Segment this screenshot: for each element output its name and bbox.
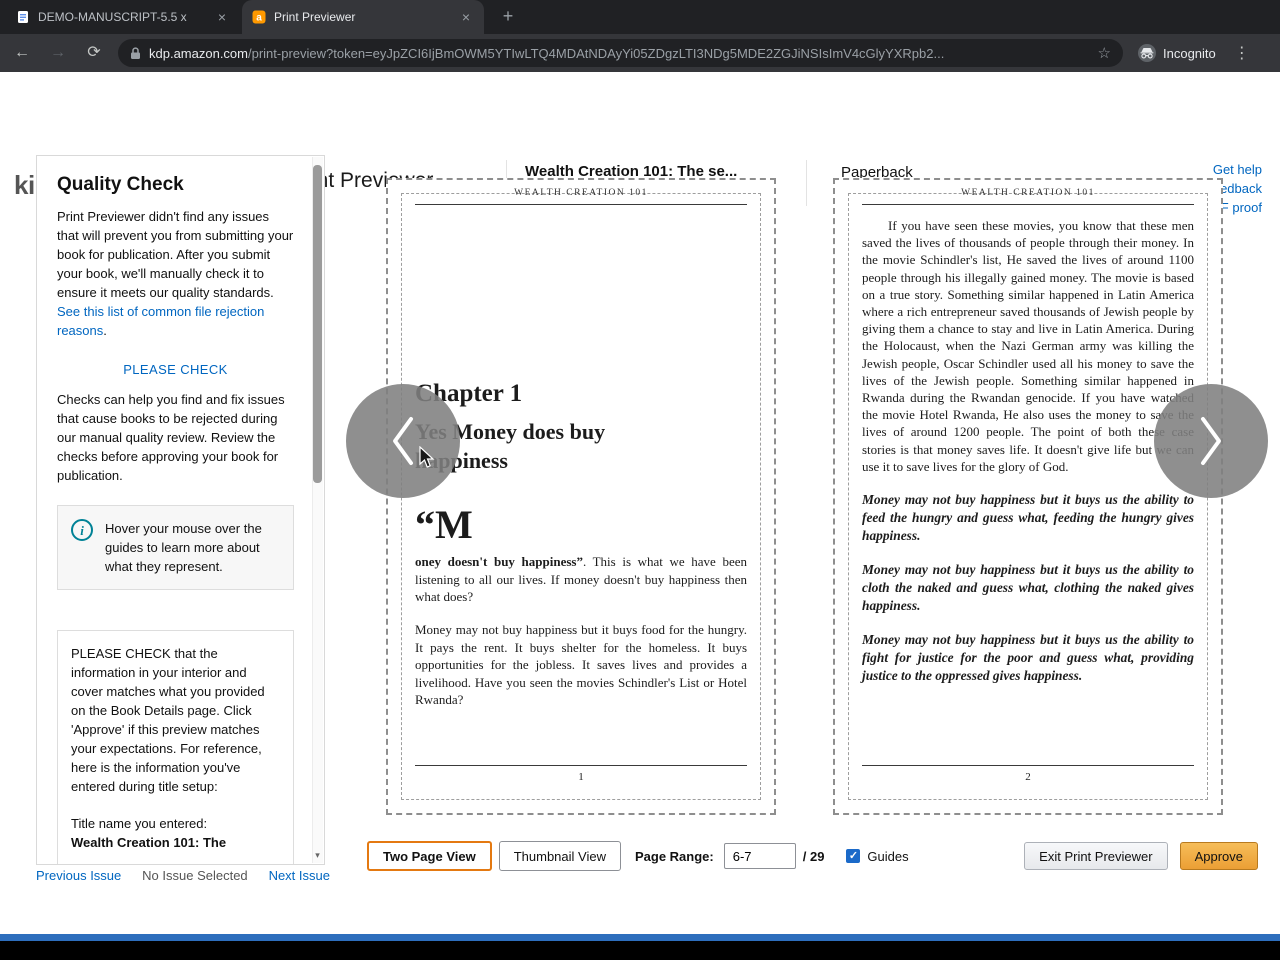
guides-checkbox[interactable]: ✓	[846, 849, 861, 863]
page-content: WEALTH CREATION 101 If you have seen the…	[862, 188, 1194, 805]
kdp-header: kindle direct publishing Print Previewer…	[0, 72, 1280, 215]
dropcap: “M	[415, 502, 473, 548]
preview-page-right: WEALTH CREATION 101 If you have seen the…	[833, 178, 1223, 815]
forward-icon[interactable]: →	[44, 39, 72, 67]
get-help-link[interactable]: Get help	[1130, 160, 1262, 179]
url-domain: kdp.amazon.com	[149, 45, 248, 61]
tab-title: Print Previewer	[274, 10, 356, 24]
star-icon[interactable]: ☆	[1098, 44, 1111, 62]
footer-black-area	[0, 941, 1280, 960]
svg-text:a: a	[256, 13, 262, 24]
rejection-reasons-link[interactable]: See this list of common file rejection r…	[57, 304, 264, 338]
preview-toolbar: Two Page View Thumbnail View Page Range:…	[367, 840, 1258, 872]
back-icon[interactable]: ←	[8, 39, 36, 67]
quote-paragraph: Money may not buy happiness but it buys …	[862, 562, 1194, 614]
page-total: / 29	[802, 848, 825, 864]
new-tab-button[interactable]: +	[496, 5, 520, 29]
intro-text: Print Previewer didn't find any issues t…	[57, 209, 294, 300]
title-entered-value: Wealth Creation 101: The	[71, 835, 227, 850]
foot-rule	[862, 765, 1194, 766]
foot-rule	[415, 765, 747, 766]
reload-icon[interactable]: ⟳	[80, 39, 108, 67]
header-divider	[806, 160, 807, 206]
intro-suffix: .	[103, 323, 107, 338]
browser-navbar: ← → ⟳ kdp.amazon.com/print-preview?token…	[0, 34, 1280, 72]
body-paragraph: oney doesn't buy happiness”. This is wha…	[415, 553, 747, 605]
incognito-badge[interactable]: Incognito	[1137, 43, 1216, 63]
title-entered-label: Title name you entered:	[71, 816, 208, 831]
info-icon: i	[71, 519, 93, 541]
quality-check-intro: Print Previewer didn't find any issues t…	[57, 207, 294, 340]
quote-paragraph: Money may not buy happiness but it buys …	[862, 492, 1194, 544]
issue-status: No Issue Selected	[142, 868, 248, 883]
approve-button[interactable]: Approve	[1179, 842, 1258, 870]
two-page-view-button[interactable]: Two Page View	[367, 841, 492, 871]
tab-print-previewer[interactable]: a Print Previewer ×	[242, 0, 484, 34]
body-paragraph: If you have seen these movies, you know …	[862, 218, 1194, 474]
issue-navigation: Previous Issue No Issue Selected Next Is…	[36, 868, 330, 883]
browser-tab-strip: DEMO-MANUSCRIPT-5.5 x × a Print Previewe…	[0, 0, 1280, 34]
close-tab-icon[interactable]: ×	[214, 9, 230, 25]
page-footer: 1	[415, 765, 747, 783]
head-rule	[862, 204, 1194, 205]
page-number: 2	[1025, 771, 1031, 783]
next-issue-link[interactable]: Next Issue	[269, 868, 330, 883]
chevron-left-icon	[393, 417, 413, 465]
page-range-input[interactable]	[723, 843, 796, 869]
please-check-heading: PLEASE CHECK	[123, 362, 228, 377]
screen: DEMO-MANUSCRIPT-5.5 x × a Print Previewe…	[0, 0, 1280, 960]
url-path: /print-preview?token=eyJpZCI6IjBmOWM5YTI…	[248, 45, 945, 61]
tab-title: DEMO-MANUSCRIPT-5.5 x	[38, 10, 187, 24]
chapter-title: Chapter 1	[415, 380, 523, 407]
three-dot-menu-icon[interactable]: ⋮	[1230, 43, 1254, 63]
sidebar-scrollbar[interactable]: ▾	[312, 157, 323, 863]
footer-blue-bar	[0, 934, 1280, 941]
page-range-label: Page Range:	[634, 848, 714, 864]
incognito-icon	[1138, 44, 1156, 62]
quality-check-title: Quality Check	[57, 174, 184, 195]
page-footer: 2	[862, 765, 1194, 783]
hover-tip-text: Hover your mouse over the guides to lear…	[105, 521, 262, 574]
checks-description: Checks can help you find and fix issues …	[57, 392, 285, 483]
preview-page-left: WEALTH CREATION 101 Chapter 1 Yes Money …	[386, 178, 776, 815]
paragraph-bold-lead: oney doesn't buy happiness”	[415, 554, 583, 570]
previous-page-button[interactable]	[346, 384, 460, 498]
scrollbar-thumb[interactable]	[313, 165, 322, 483]
page-number: 1	[578, 771, 584, 783]
quote-paragraph: Money may not buy happiness but it buys …	[862, 632, 1194, 684]
body-paragraph: Money may not buy happiness but it buys …	[415, 622, 747, 708]
thumbnail-view-button[interactable]: Thumbnail View	[498, 841, 621, 871]
chevron-right-icon	[1201, 417, 1221, 465]
title-setup-box: PLEASE CHECK that the information in you…	[57, 630, 294, 864]
guides-label: Guides	[867, 848, 909, 864]
tab-demo-manuscript[interactable]: DEMO-MANUSCRIPT-5.5 x ×	[6, 0, 240, 34]
document-favicon-icon	[18, 11, 28, 23]
page-content: WEALTH CREATION 101 Chapter 1 Yes Money …	[415, 188, 747, 805]
next-page-button[interactable]	[1154, 384, 1268, 498]
chapter-block: Chapter 1 Yes Money does buy happiness	[415, 380, 747, 475]
previous-issue-link[interactable]: Previous Issue	[36, 868, 121, 883]
url-text: kdp.amazon.com/print-preview?token=eyJpZ…	[149, 46, 1090, 61]
url-bar[interactable]: kdp.amazon.com/print-preview?token=eyJpZ…	[118, 39, 1123, 67]
running-head: WEALTH CREATION 101	[514, 188, 648, 198]
head-rule	[415, 204, 747, 205]
close-tab-icon[interactable]: ×	[458, 9, 474, 25]
title-setup-text: PLEASE CHECK that the information in you…	[71, 646, 265, 794]
incognito-label: Incognito	[1163, 45, 1216, 61]
kdp-favicon-icon: a	[252, 10, 266, 24]
quality-check-panel: Quality Check Print Previewer didn't fin…	[36, 155, 325, 865]
lock-icon	[130, 46, 141, 60]
running-head: WEALTH CREATION 101	[961, 188, 1095, 198]
hover-tip-box: i Hover your mouse over the guides to le…	[57, 505, 294, 590]
scroll-down-icon[interactable]: ▾	[313, 850, 322, 861]
exit-print-previewer-button[interactable]: Exit Print Previewer	[1024, 842, 1168, 870]
